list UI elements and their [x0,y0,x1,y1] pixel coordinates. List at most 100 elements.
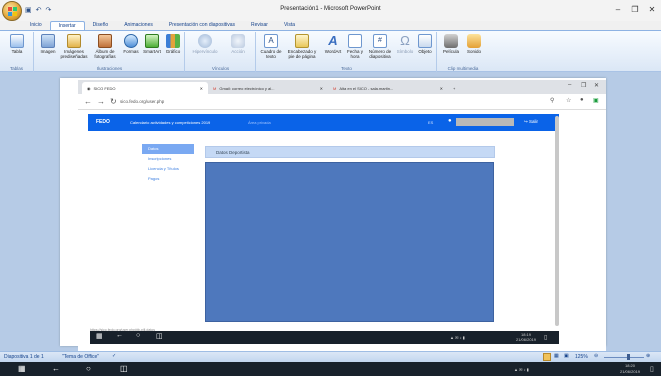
film-icon [444,34,458,48]
normal-view-icon[interactable] [543,353,551,361]
hipervinculo-button[interactable]: Hipervínculo [188,34,222,54]
objeto-button[interactable]: Objeto [415,34,435,54]
browser-scrollbar[interactable] [555,116,559,326]
browser-tab[interactable]: M Gmail: correo electrónico y al... ✕ [208,82,328,94]
picture-icon [41,34,55,48]
windows-start-icon[interactable]: ▦ [18,364,26,373]
clock[interactable]: 18:19 21/06/2019 [516,332,536,342]
close-button[interactable]: ✕ [646,4,658,16]
browser-tab[interactable]: M Alta en el SICO - sala.martin... ✕ [328,82,448,94]
close-tab-icon[interactable]: ✕ [320,86,323,91]
reload-icon[interactable]: ↻ [110,97,117,106]
blue-rectangle-shape[interactable] [205,162,494,322]
tray-icons[interactable]: ▲ ✉ ♪ ▮ [514,367,529,372]
notification-icon[interactable]: ▯ [650,365,654,373]
menu-item-licencia[interactable]: Licencia y Títulos [142,164,194,174]
ppt-status-bar: Diapositiva 1 de 1 "Tema de Office" ✓ ▦ … [0,351,661,362]
group-vinculos: Hipervínculo Acción Vínculos [186,32,256,72]
minimize-icon[interactable]: – [568,82,571,88]
sonido-button[interactable]: Sonido [463,34,485,54]
simbolo-button[interactable]: Ω Símbolo [395,34,415,55]
zoom-in-icon[interactable]: ⊕ [646,353,650,359]
action-icon [231,34,245,48]
search-circle-icon[interactable]: ○ [86,364,91,373]
maximize-icon[interactable]: ❐ [581,82,586,89]
language-selector[interactable]: ES [428,120,433,125]
imagenes-button[interactable]: Imágenes prediseñadas [59,34,89,59]
accion-button[interactable]: Acción [224,34,252,54]
menu-item-datos[interactable]: Datos [142,144,194,154]
formas-button[interactable]: Formas [121,34,141,54]
star-icon[interactable]: ☆ [566,97,571,104]
cuadro-button[interactable]: A Cuadro de texto [259,34,283,59]
header-link[interactable]: Área privada [248,120,271,125]
textbox-icon: A [264,34,278,48]
sound-icon [467,34,481,48]
back-icon[interactable]: ← [52,364,60,373]
sorter-view-icon[interactable]: ▦ [554,353,559,359]
album-button[interactable]: Álbum de fotografías [91,34,119,59]
smartart-button[interactable]: SmartArt [141,34,163,54]
address-bar: ← → ↻ sico.fedo.org/user.php ⚲ ☆ ● ▣ [78,94,606,110]
menu-item-inscripciones[interactable]: Inscripciones [142,154,194,164]
close-icon[interactable]: ✕ [594,82,599,89]
pelicula-button[interactable]: Película [440,34,462,54]
hyperlink-icon [198,34,212,48]
fecha-button[interactable]: Fecha y hora [345,34,365,59]
theme-name: "Tema de Office" [62,354,100,360]
table-icon [10,34,24,48]
encabezado-button[interactable]: Encabezado y pie de página [285,34,319,59]
task-view-icon[interactable]: ◫ [156,332,163,340]
windows-taskbar: ▦ ← ○ ◫ ▲ ✉ ♪ ▮ 18:20 21/06/2019 ▯ [0,362,661,376]
forward-icon[interactable]: → [97,97,105,106]
slide-number-icon: # [373,34,387,48]
search-circle-icon[interactable]: ○ [136,332,140,339]
clock[interactable]: 18:20 21/06/2019 [620,363,640,375]
wordart-button[interactable]: A WordArt [321,33,345,55]
imagen-button[interactable]: Imagen [37,34,59,54]
smartart-icon [145,34,159,48]
search-icon[interactable]: ⚲ [550,97,554,104]
inner-taskbar: ▦ ← ○ ◫ ▲ ✉ ♪ ▮ 18:19 21/06/2019 ▯ [90,331,559,344]
back-icon[interactable]: ← [116,332,123,339]
window-title: Presentación1 - Microsoft PowerPoint [280,6,381,12]
tray-icons[interactable]: ▲ ✉ ♪ ▮ [450,335,465,340]
notification-icon[interactable]: ▯ [544,334,547,341]
close-tab-icon[interactable]: ✕ [200,86,203,91]
header-footer-icon [295,34,309,48]
header-text[interactable]: Calendario actividades y competiciones 2… [130,120,210,125]
logout-link[interactable]: ↪ Salir [524,119,538,125]
numero-button[interactable]: # Número de diapositiva [367,34,393,59]
windows-start-icon[interactable]: ▦ [96,332,103,340]
zoom-slider-handle[interactable] [627,354,630,360]
group-clip: Película Sonido Clip multimedia [438,32,488,72]
object-icon [418,34,432,48]
new-tab-button[interactable]: + [448,82,462,94]
grafico-button[interactable]: Gráfico [163,34,183,54]
avatar-icon[interactable]: ● [580,97,584,103]
task-view-icon[interactable]: ◫ [120,364,128,373]
spellcheck-icon[interactable]: ✓ [112,353,116,359]
site-header: FEDO Calendario actividades y competicio… [88,114,559,131]
site-logo[interactable]: FEDO [96,118,110,125]
close-tab-icon[interactable]: ✕ [440,86,443,91]
group-texto: A Cuadro de texto Encabezado y pie de pá… [257,32,437,72]
url-field[interactable]: sico.fedo.org/user.php [120,97,164,106]
browser-tab[interactable]: ◉ SICO FEDO ✕ [82,82,208,94]
favicon-icon: ◉ [87,85,91,91]
wordart-icon: A [328,33,338,48]
user-icon: ● [448,118,452,124]
maximize-button[interactable]: ❐ [629,4,641,16]
tabla-button[interactable]: Tabla [4,34,30,54]
gmail-icon: M [333,85,337,91]
group-tablas: Tabla Tablas [0,32,34,72]
back-icon[interactable]: ← [84,97,92,106]
zoom-slider[interactable] [604,357,644,358]
slideshow-view-icon[interactable]: ▣ [564,353,569,359]
zoom-level[interactable]: 125% [575,354,588,360]
extension-icon[interactable]: ▣ [593,97,599,104]
chart-icon [166,34,180,48]
zoom-out-icon[interactable]: ⊖ [594,353,598,359]
menu-item-pagos[interactable]: Pagos [142,174,194,184]
minimize-button[interactable]: – [612,4,624,16]
